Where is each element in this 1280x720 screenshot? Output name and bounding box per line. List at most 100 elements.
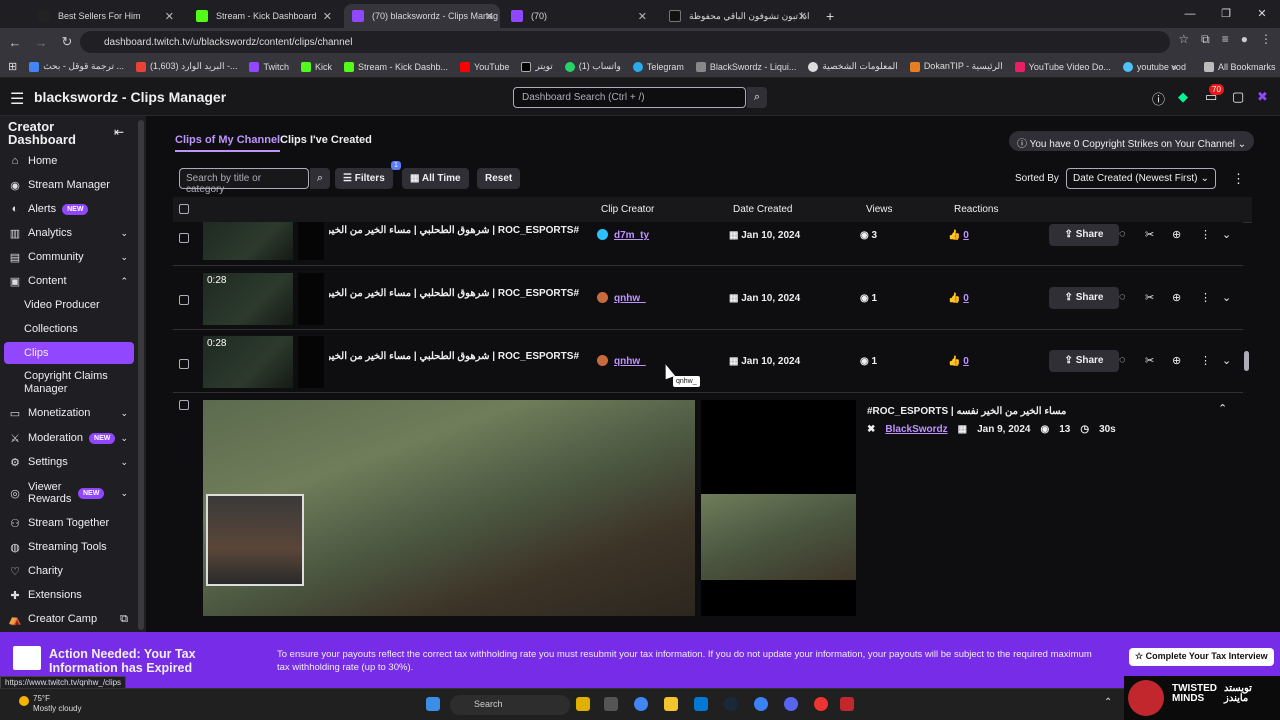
clip-creator-link[interactable]: qnhw_ (614, 293, 646, 304)
sidebar-item-video-producer[interactable]: Video Producer (0, 294, 134, 316)
scrollbar-thumb[interactable] (1244, 351, 1249, 371)
browser-tab-active[interactable]: (70) blackswordz - Clips Manag ✕ (344, 4, 500, 28)
sidebar-item-home[interactable]: ⌂ Home (0, 150, 134, 172)
bookmark[interactable]: واتساب (1) (564, 61, 621, 72)
sidebar-item-stream-together[interactable]: ⚇ Stream Together (0, 512, 134, 534)
clip-title[interactable]: #ROC_ESPORTS | شرهوق الطحلبي | مساء الخي… (329, 288, 579, 299)
row-checkbox[interactable] (179, 233, 189, 243)
app-icon[interactable] (840, 697, 854, 711)
column-reactions[interactable]: Reactions (954, 204, 998, 215)
sidebar-item-alerts[interactable]: ◐ Alerts NEW (0, 198, 134, 220)
column-date-created[interactable]: Date Created (733, 204, 792, 215)
bookmark[interactable]: Telegram (632, 61, 684, 72)
close-window-icon[interactable]: ✕ (1244, 0, 1280, 28)
bookmark[interactable]: المعلومات الشخصية (808, 61, 898, 72)
sidebar-item-copyright[interactable]: Copyright Claims Manager (0, 369, 134, 397)
media-icon[interactable]: ≡ (1222, 32, 1229, 47)
add-icon[interactable]: ⊕ (1172, 228, 1181, 241)
browser-menu-icon[interactable]: ⋮ (1260, 32, 1272, 47)
close-icon[interactable]: ✕ (165, 10, 174, 23)
sidebar-item-content[interactable]: ▣ Content ⌃ (0, 270, 134, 292)
column-views[interactable]: Views (866, 204, 893, 215)
app-icon[interactable] (814, 697, 828, 711)
avatar[interactable]: ✖ (1257, 89, 1268, 105)
sidebar-item-collections[interactable]: Collections (0, 318, 134, 340)
bookmark[interactable]: (1,603) البريد الوارد -... (136, 61, 237, 72)
scissors-icon[interactable]: ✂ (1145, 354, 1154, 367)
reload-icon[interactable]: ↻ (56, 34, 78, 50)
expanded-clip-creator[interactable]: BlackSwordz (885, 424, 947, 435)
clip-thumbnail[interactable]: 0:28 (203, 336, 293, 388)
row-checkbox[interactable] (179, 400, 189, 410)
clip-thumbnail[interactable] (203, 222, 293, 260)
taskbar-search[interactable]: Search (450, 695, 570, 715)
more-icon[interactable]: ⋮ (1200, 291, 1211, 304)
app-icon[interactable] (754, 697, 768, 711)
sidebar-item-community[interactable]: ▤ Community ⌄ (0, 246, 134, 268)
add-icon[interactable]: ⊕ (1172, 291, 1181, 304)
bookmark[interactable]: ترجمة قوقل - بحث ... (29, 61, 124, 72)
minimize-icon[interactable]: — (1172, 0, 1208, 28)
clip-search-input[interactable]: Search by title or category (179, 168, 309, 195)
url-field[interactable]: dashboard.twitch.tv/u/blackswordz/conten… (80, 31, 1170, 53)
select-all-checkbox[interactable] (179, 204, 189, 214)
sidebar-item-monetization[interactable]: ▭ Monetization ⌄ (0, 402, 134, 424)
chrome-icon[interactable] (634, 697, 648, 711)
filters-button[interactable]: ☰ Filters (335, 168, 393, 189)
bookmark[interactable]: YouTube Video Do... (1014, 61, 1111, 72)
search-icon[interactable]: ⌕ (747, 87, 767, 108)
complete-tax-interview-button[interactable]: ☆ Complete Your Tax Interview (1129, 648, 1274, 666)
more-icon[interactable]: ⋮ (1200, 354, 1211, 367)
reset-button[interactable]: Reset (477, 168, 521, 189)
share-button[interactable]: ⇪ Share (1049, 287, 1119, 309)
tab-clips-of-my-channel[interactable]: Clips of My Channel (175, 134, 281, 152)
close-icon[interactable]: ✕ (798, 10, 807, 23)
main-scrollbar[interactable] (1244, 229, 1250, 611)
sidebar-item-settings[interactable]: ⚙ Settings ⌄ (0, 451, 134, 473)
clip-title[interactable]: #ROC_ESPORTS | شرهوق الطحلبي | مساء الخي… (329, 225, 579, 236)
copyright-strikes-dropdown[interactable]: ⓘ You have 0 Copyright Strikes on Your C… (1009, 131, 1255, 151)
column-clip-creator[interactable]: Clip Creator (601, 204, 654, 215)
more-icon[interactable]: ⋮ (1200, 228, 1211, 241)
close-icon[interactable]: ✕ (638, 10, 647, 23)
bookmark[interactable]: DokanTIP - الرئيسية (909, 61, 1003, 72)
store-icon[interactable] (694, 697, 708, 711)
steam-icon[interactable] (724, 697, 738, 711)
sidebar-item-extensions[interactable]: ✚ Extensions (0, 584, 134, 606)
new-tab-button[interactable]: + (818, 4, 838, 28)
all-bookmarks[interactable]: All Bookmarks (1204, 61, 1276, 72)
browser-tab[interactable]: Best Sellers For Him ✕ (30, 4, 180, 28)
sidebar-scrollbar[interactable] (138, 120, 144, 630)
tray-chevron-icon[interactable]: ⌃ (1104, 697, 1112, 708)
browser-tab[interactable]: Stream - Kick Dashboard ✕ (188, 4, 338, 28)
bookmarks-overflow[interactable]: » (1172, 62, 1177, 72)
bookmark[interactable]: تويتر (521, 61, 553, 72)
sidebar-item-analytics[interactable]: ▥ Analytics ⌄ (0, 222, 134, 244)
collapse-icon[interactable]: ⇤ (114, 125, 124, 139)
clip-title[interactable]: #ROC_ESPORTS | شرهوق الطحلبي | مساء الخي… (329, 351, 579, 362)
app-icon[interactable] (576, 697, 590, 711)
row-checkbox[interactable] (179, 359, 189, 369)
sidebar-item-moderation[interactable]: ⚔ Moderation NEW ⌄ (0, 427, 134, 449)
prime-icon[interactable]: ◆ (1178, 89, 1188, 105)
bookmark[interactable]: YouTube (460, 61, 509, 72)
sidebar-item-charity[interactable]: ♡ Charity (0, 560, 134, 582)
more-options-icon[interactable]: ⋮ (1232, 171, 1245, 187)
windows-start-icon[interactable] (426, 697, 440, 711)
back-icon[interactable]: ← (4, 35, 26, 50)
clip-creator-link[interactable]: d7m_ty (614, 230, 649, 241)
table-row[interactable]: 0:28 #ROC_ESPORTS | شرهوق الطحلبي | مساء… (173, 331, 1243, 393)
row-checkbox[interactable] (179, 295, 189, 305)
whispers-icon[interactable]: ▢ (1232, 89, 1244, 105)
hamburger-icon[interactable]: ☰ (10, 89, 24, 109)
sidebar-item-creator-camp[interactable]: ⛺ Creator Camp ⧉ (0, 608, 134, 630)
maximize-icon[interactable]: ❐ (1208, 0, 1244, 28)
sidebar-item-clips[interactable]: Clips (4, 342, 134, 364)
share-button[interactable]: ⇪ Share (1049, 350, 1119, 372)
sidebar-item-viewer-rewards[interactable]: ◎ Viewer Rewards NEW ⌄ (0, 479, 134, 507)
extensions-icon[interactable]: ⧉ (1201, 32, 1210, 47)
bookmark[interactable]: Twitch (249, 61, 289, 72)
close-icon[interactable]: ✕ (323, 10, 332, 23)
dashboard-search-input[interactable]: Dashboard Search (Ctrl + /) (513, 87, 746, 108)
clip-preview-vertical[interactable] (701, 400, 856, 616)
